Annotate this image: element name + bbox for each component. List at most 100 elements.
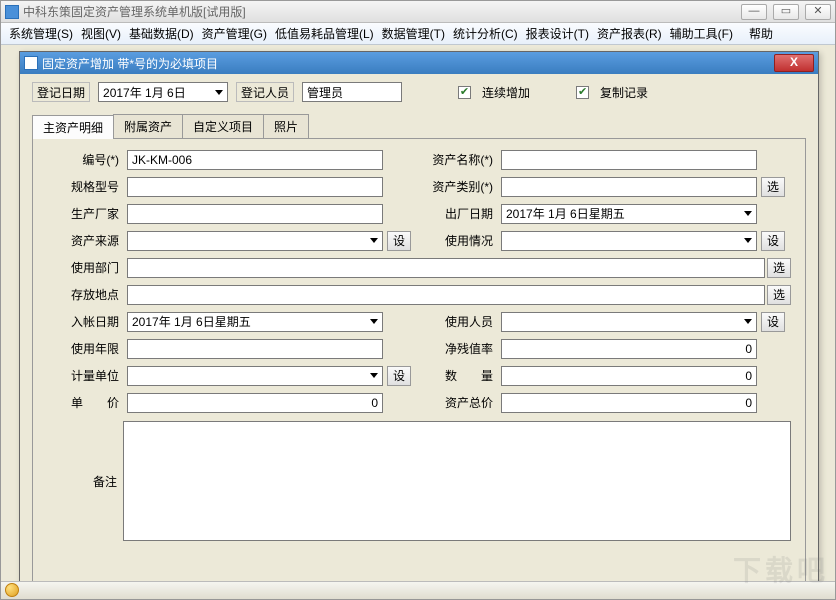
price-input[interactable]: 0 (127, 393, 383, 413)
reg-date-label: 登记日期 (32, 82, 90, 102)
app-title: 中科东策固定资产管理系统单机版[试用版] (23, 3, 741, 20)
price-label: 单 价 (47, 392, 123, 413)
status-bar (1, 581, 835, 599)
book-date-picker[interactable]: 2017年 1月 6日星期五 (127, 312, 383, 332)
dept-label: 使用部门 (47, 257, 123, 278)
dialog-title-text: 固定资产增加 带*号的为必填项目 (42, 55, 218, 72)
chevron-down-icon (744, 211, 752, 216)
total-value: 0 (745, 396, 752, 410)
category-input[interactable] (501, 177, 757, 197)
vendor-label: 生产厂家 (47, 203, 123, 224)
menu-tools[interactable]: 辅助工具(F) (666, 25, 737, 42)
years-label: 使用年限 (47, 338, 123, 359)
factory-date-value: 2017年 1月 6日星期五 (506, 205, 625, 222)
price-value: 0 (371, 396, 378, 410)
spec-label: 规格型号 (47, 176, 123, 197)
tab-photo[interactable]: 照片 (263, 114, 309, 138)
name-label: 资产名称(*) (421, 149, 497, 170)
tabs: 主资产明细 附属资产 自定义项目 照片 (32, 114, 806, 138)
user-label: 使用人员 (421, 311, 497, 332)
salvage-value: 0 (745, 342, 752, 356)
title-bar: 中科东策固定资产管理系统单机版[试用版] — ▭ ✕ (1, 1, 835, 23)
category-select-button[interactable]: 选 (761, 177, 785, 197)
minimize-button[interactable]: — (741, 4, 767, 20)
chevron-down-icon (370, 238, 378, 243)
tab-sub-asset[interactable]: 附属资产 (113, 114, 183, 138)
main-window: 中科东策固定资产管理系统单机版[试用版] — ▭ ✕ 系统管理(S) 视图(V)… (0, 0, 836, 600)
code-value: JK-KM-006 (132, 153, 192, 167)
dialog-title-bar: 固定资产增加 带*号的为必填项目 X (20, 52, 818, 74)
name-input[interactable] (501, 150, 757, 170)
menu-data[interactable]: 数据管理(T) (378, 25, 449, 42)
dialog-close-button[interactable]: X (774, 54, 814, 72)
location-select-button[interactable]: 选 (767, 285, 791, 305)
menu-assetreport[interactable]: 资产报表(R) (593, 25, 666, 42)
book-date-label: 入帐日期 (47, 311, 123, 332)
qty-value: 0 (745, 369, 752, 383)
chevron-down-icon (744, 238, 752, 243)
unit-combo[interactable] (127, 366, 383, 386)
top-row: 登记日期 2017年 1月 6日 登记人员 管理员 ✔ 连续增加 ✔ 复制记录 (20, 74, 818, 110)
asset-add-dialog: 固定资产增加 带*号的为必填项目 X 登记日期 2017年 1月 6日 登记人员… (19, 51, 819, 593)
reg-date-picker[interactable]: 2017年 1月 6日 (98, 82, 228, 102)
menu-basedata[interactable]: 基础数据(D) (125, 25, 198, 42)
remark-textarea[interactable] (123, 421, 791, 541)
reg-user-input[interactable]: 管理员 (302, 82, 402, 102)
factory-date-label: 出厂日期 (421, 203, 497, 224)
copy-record-checkbox[interactable]: ✔ (576, 86, 589, 99)
user-set-button[interactable]: 设 (761, 312, 785, 332)
status-orb-icon (5, 583, 19, 597)
location-input[interactable] (127, 285, 765, 305)
reg-user-label: 登记人员 (236, 82, 294, 102)
menu-help[interactable]: 帮助 (745, 25, 777, 42)
menu-asset[interactable]: 资产管理(G) (198, 25, 271, 42)
unit-label: 计量单位 (47, 365, 123, 386)
menu-system[interactable]: 系统管理(S) (5, 25, 77, 42)
dept-select-button[interactable]: 选 (767, 258, 791, 278)
qty-input[interactable]: 0 (501, 366, 757, 386)
spec-input[interactable] (127, 177, 383, 197)
form-area: 编号(*) JK-KM-006 资产名称(*) 规格型号 资产类别(*) 选 生… (32, 138, 806, 594)
qty-label: 数 量 (421, 365, 497, 386)
total-label: 资产总价 (421, 392, 497, 413)
app-icon (5, 5, 19, 19)
salvage-input[interactable]: 0 (501, 339, 757, 359)
tab-main-detail[interactable]: 主资产明细 (32, 115, 114, 139)
chevron-down-icon (370, 319, 378, 324)
code-label: 编号(*) (47, 149, 123, 170)
salvage-label: 净残值率 (421, 338, 497, 359)
maximize-button[interactable]: ▭ (773, 4, 799, 20)
usage-status-label: 使用情况 (421, 230, 497, 251)
usage-status-combo[interactable] (501, 231, 757, 251)
unit-set-button[interactable]: 设 (387, 366, 411, 386)
reg-user-value: 管理员 (307, 84, 343, 101)
menu-lowvalue[interactable]: 低值易耗品管理(L) (271, 25, 378, 42)
menu-reportdesign[interactable]: 报表设计(T) (522, 25, 593, 42)
usage-status-set-button[interactable]: 设 (761, 231, 785, 251)
remark-label: 备注 (47, 421, 123, 541)
category-label: 资产类别(*) (421, 176, 497, 197)
location-label: 存放地点 (47, 284, 123, 305)
copy-record-label: 复制记录 (600, 84, 648, 101)
vendor-input[interactable] (127, 204, 383, 224)
source-combo[interactable] (127, 231, 383, 251)
close-button[interactable]: ✕ (805, 4, 831, 20)
reg-date-value: 2017年 1月 6日 (103, 84, 186, 101)
menu-view[interactable]: 视图(V) (77, 25, 125, 42)
total-input[interactable]: 0 (501, 393, 757, 413)
source-set-button[interactable]: 设 (387, 231, 411, 251)
menu-stats[interactable]: 统计分析(C) (449, 25, 522, 42)
tab-custom[interactable]: 自定义项目 (182, 114, 264, 138)
menubar: 系统管理(S) 视图(V) 基础数据(D) 资产管理(G) 低值易耗品管理(L)… (1, 23, 835, 45)
continuous-add-checkbox[interactable]: ✔ (458, 86, 471, 99)
user-combo[interactable] (501, 312, 757, 332)
continuous-add-label: 连续增加 (482, 84, 530, 101)
factory-date-picker[interactable]: 2017年 1月 6日星期五 (501, 204, 757, 224)
client-area: 固定资产增加 带*号的为必填项目 X 登记日期 2017年 1月 6日 登记人员… (1, 45, 835, 599)
dept-input[interactable] (127, 258, 765, 278)
years-input[interactable] (127, 339, 383, 359)
chevron-down-icon (215, 90, 223, 95)
book-date-value: 2017年 1月 6日星期五 (132, 313, 251, 330)
code-input[interactable]: JK-KM-006 (127, 150, 383, 170)
chevron-down-icon (370, 373, 378, 378)
